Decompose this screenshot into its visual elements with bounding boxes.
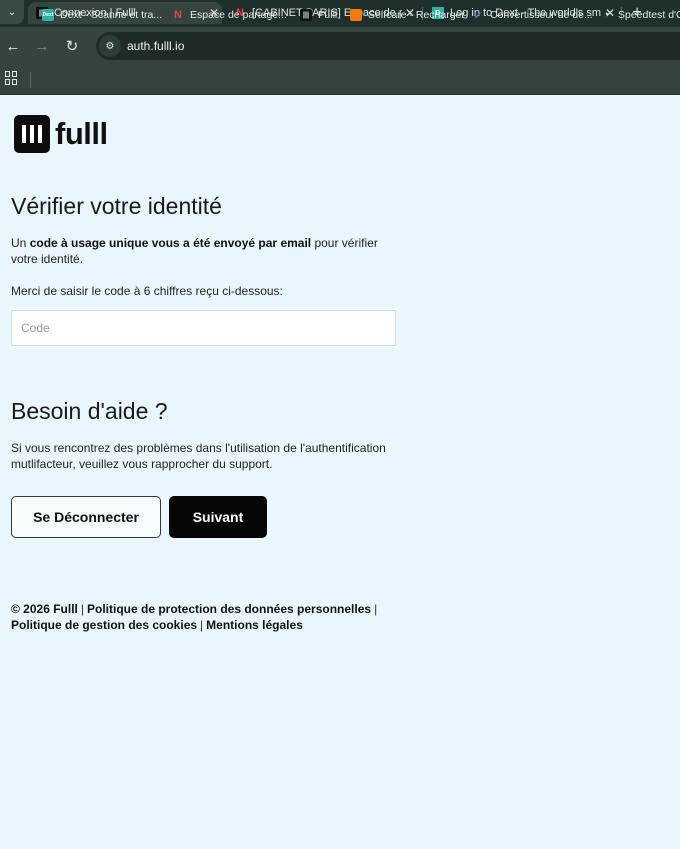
page-title: Vérifier votre identité xyxy=(11,193,222,219)
address-bar[interactable]: ⚙ auth.fulll.io xyxy=(96,32,680,60)
code-input[interactable] xyxy=(11,310,396,346)
netexcom-icon: N xyxy=(174,9,182,21)
logout-button[interactable]: Se Déconnecter xyxy=(11,496,161,538)
bookmarks-divider xyxy=(30,72,31,88)
bookmark-label: Speedtest d'O xyxy=(618,9,680,21)
footer: © 2026 Fulll | Politique de protection des… xyxy=(11,602,378,632)
chevron-down-icon: ⌄ xyxy=(7,6,17,18)
browser-toolbar: ← → ↻ ⚙ auth.fulll.io xyxy=(0,27,680,65)
help-title: Besoin d'aide ? xyxy=(11,398,168,424)
bookmark-convertisseur[interactable]: ✓ Convertisseur de de... xyxy=(472,6,593,24)
url-text: auth.fulll.io xyxy=(127,39,185,53)
intro-prefix: Un xyxy=(11,236,30,250)
fulll-logo-text: fulll xyxy=(55,116,108,151)
code-prompt: Merci de saisir le code à 6 chiffres reç… xyxy=(11,284,283,298)
bookmark-label: Convertisseur de de... xyxy=(490,9,593,21)
check-icon: ✓ xyxy=(473,9,483,22)
intro-bold-text: code à usage unique vous a été envoyé pa… xyxy=(29,236,312,250)
fulll-icon: ||| xyxy=(300,9,312,21)
back-button[interactable]: ← xyxy=(2,35,24,57)
bookmark-label: Dext - Scanne et tra... xyxy=(60,9,163,21)
legal-notice-link[interactable]: Mentions légales xyxy=(206,618,303,632)
site-info-button[interactable]: ⚙ xyxy=(99,35,121,57)
orange-icon xyxy=(350,9,362,21)
copyright-text: © 2026 Fulll xyxy=(11,602,78,616)
arrow-right-icon: → xyxy=(34,37,50,55)
bookmark-selfcare[interactable]: Selfcare - Recharger xyxy=(350,6,465,24)
bookmark-espace-partage[interactable]: N Espace de partage... xyxy=(172,6,287,24)
forward-button[interactable]: → xyxy=(31,35,53,57)
bookmark-fulll[interactable]: ||| Fulll xyxy=(300,6,337,24)
next-button[interactable]: Suivant xyxy=(169,496,267,538)
dext-icon: Dext xyxy=(42,9,54,21)
bookmark-dext[interactable]: Dext Dext - Scanne et tra... xyxy=(42,6,162,24)
bookmark-speedtest[interactable]: ◔ Speedtest d'O xyxy=(600,6,680,24)
bookmarks-bar xyxy=(0,65,680,95)
tune-icon: ⚙ xyxy=(105,40,115,52)
bookmark-label: Selfcare - Recharger xyxy=(368,9,465,21)
bookmark-label: Espace de partage... xyxy=(190,9,287,21)
cookie-policy-link[interactable]: Politique de gestion des cookies xyxy=(11,618,197,632)
speedtest-icon: ◔ xyxy=(602,9,610,21)
tab-search-button[interactable]: ⌄ xyxy=(0,0,24,24)
fulll-logo-mark xyxy=(14,115,50,153)
bookmark-label: Fulll xyxy=(318,9,338,21)
fulll-logo: fulll xyxy=(14,115,108,153)
reload-icon: ↻ xyxy=(65,38,79,55)
help-text: Si vous rencontrez des problèmes dans l'… xyxy=(11,441,386,471)
privacy-policy-link[interactable]: Politique de protection des données pers… xyxy=(87,602,371,616)
verification-intro: Un code à usage unique vous a été envoyé… xyxy=(11,235,391,267)
apps-grid-icon[interactable] xyxy=(5,71,19,85)
arrow-left-icon: ← xyxy=(5,37,21,55)
reload-button[interactable]: ↻ xyxy=(61,35,83,57)
